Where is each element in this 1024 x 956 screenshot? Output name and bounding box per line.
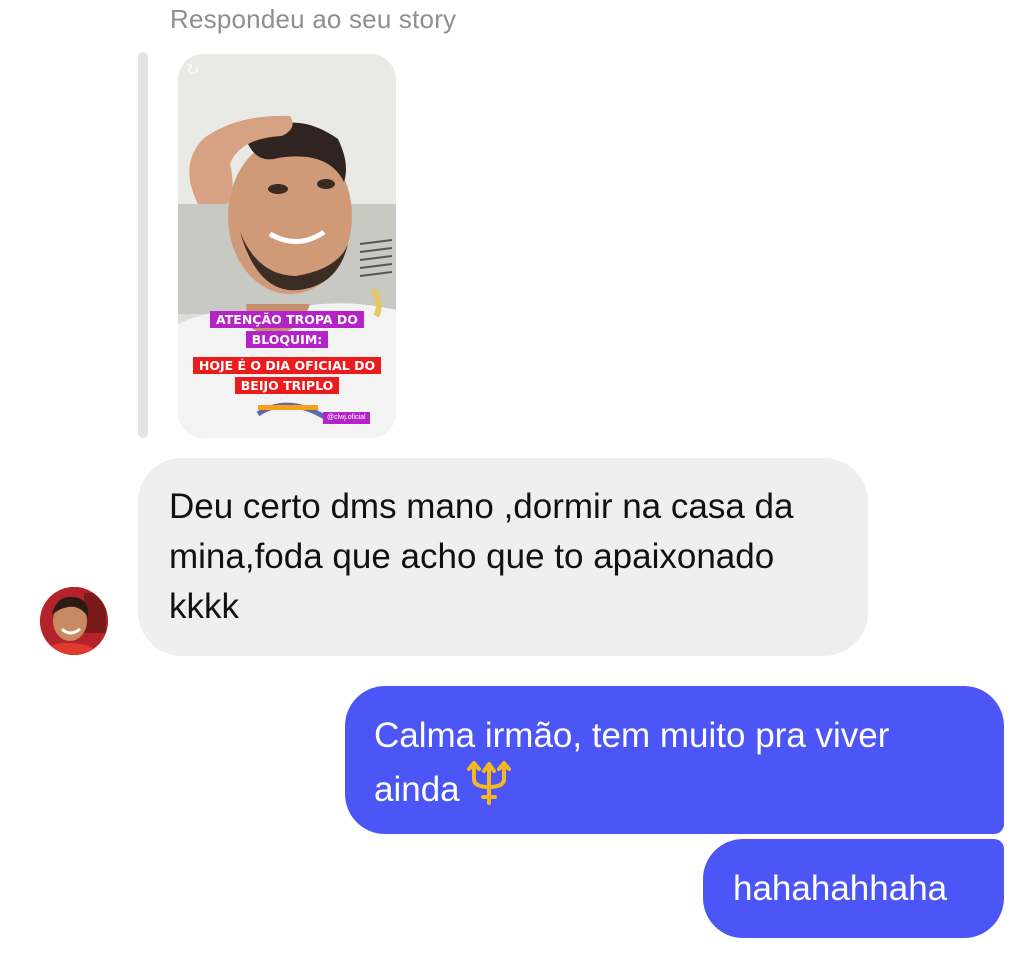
story-orange-strip xyxy=(258,405,318,410)
avatar-photo xyxy=(40,587,108,655)
reply-quote-bar xyxy=(138,52,148,438)
story-reply-caption: Respondeu ao seu story xyxy=(170,4,457,34)
avatar[interactable] xyxy=(40,587,108,655)
story-handle-tag: @clwj.oficial xyxy=(323,412,370,424)
outgoing-message-bubble[interactable]: hahahahhaha xyxy=(703,839,1004,938)
trident-emoji-icon xyxy=(464,761,514,819)
story-tag-red-text: HOJE É O DIA OFICIAL DO BEIJO TRIPLO xyxy=(192,357,382,394)
story-tag-purple: ATENÇÃO TROPA DO BLOQUIM: xyxy=(178,310,396,350)
outgoing-message-bubble[interactable]: Calma irmão, tem muito pra viver ainda xyxy=(345,686,1004,834)
story-tag-red: HOJE É O DIA OFICIAL DO BEIJO TRIPLO xyxy=(178,356,396,396)
story-thumbnail[interactable]: ↻ ATENÇÃO TROPA DO BLOQUIM: HOJE É O DIA… xyxy=(178,54,396,438)
story-corner-icon: ↻ xyxy=(186,62,200,79)
incoming-message-bubble[interactable]: Deu certo dms mano ,dormir na casa da mi… xyxy=(138,458,868,656)
outgoing-message-text: Calma irmão, tem muito pra viver ainda xyxy=(374,716,890,809)
story-tag-purple-text: ATENÇÃO TROPA DO BLOQUIM: xyxy=(210,311,364,348)
